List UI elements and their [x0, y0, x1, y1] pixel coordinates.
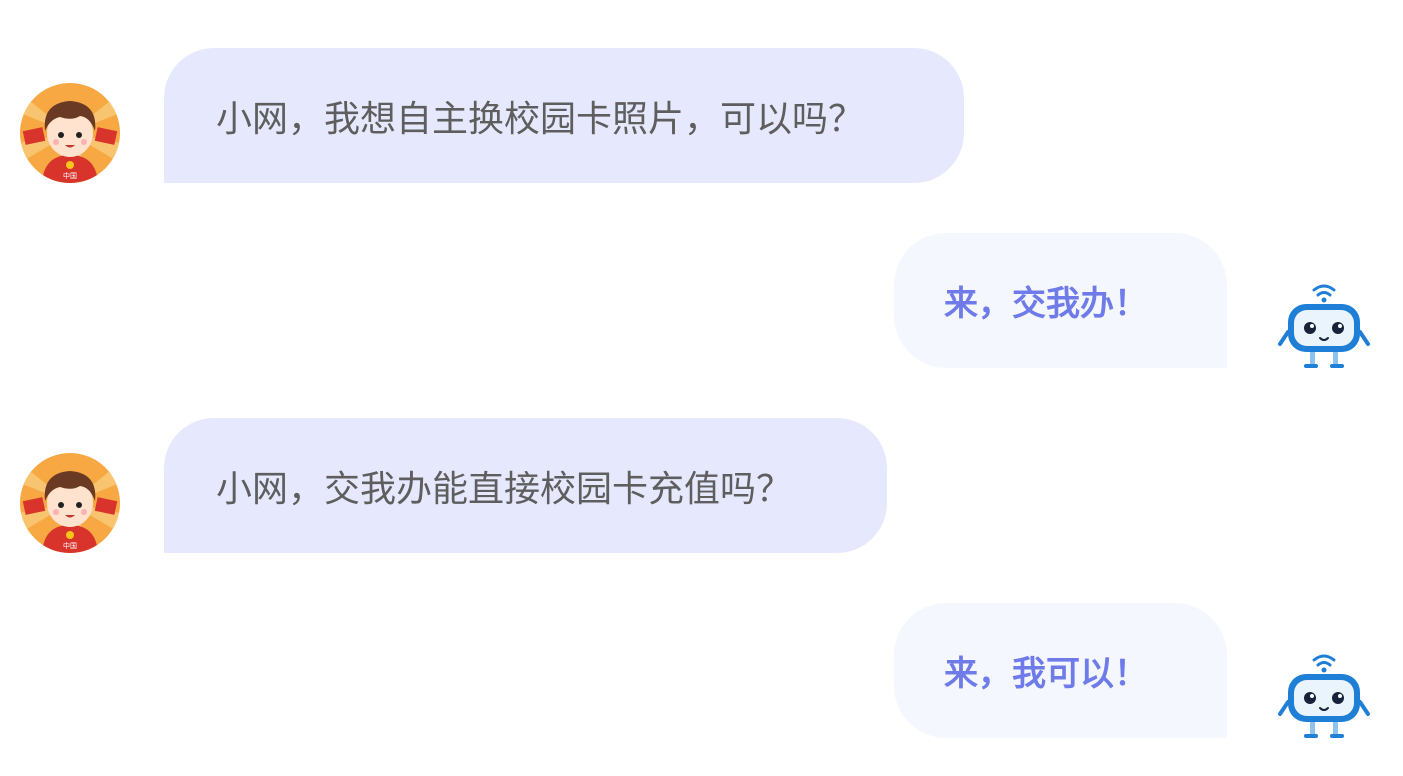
user-message-bubble: 小网，交我办能直接校园卡充值吗？: [164, 418, 887, 553]
user-message-bubble: 小网，我想自主换校园卡照片，可以吗？: [164, 48, 964, 183]
bot-avatar: [1276, 650, 1372, 742]
bot-message-bubble: 来，交我办！: [894, 233, 1227, 368]
robot-wifi-avatar-icon: [1278, 284, 1370, 368]
bot-message-bubble: 来，我可以！: [894, 603, 1227, 738]
user-message-text: 小网，我想自主换校园卡照片，可以吗？: [216, 98, 865, 140]
user-message-text: 小网，交我办能直接校园卡充值吗？: [216, 468, 793, 510]
bot-message-text: 来，我可以！: [944, 654, 1148, 694]
bot-message-text: 来，交我办！: [944, 284, 1148, 324]
user-avatar: 中国: [20, 83, 120, 183]
robot-wifi-avatar-icon: [1278, 654, 1370, 738]
user-avatar: 中国: [20, 453, 120, 553]
boy-with-flags-avatar-icon: 中国: [20, 453, 120, 553]
avatar-badge-text: 中国: [63, 171, 77, 180]
avatar-badge-text: 中国: [63, 541, 77, 550]
boy-with-flags-avatar-icon: 中国: [20, 83, 120, 183]
bot-avatar: [1276, 280, 1372, 372]
